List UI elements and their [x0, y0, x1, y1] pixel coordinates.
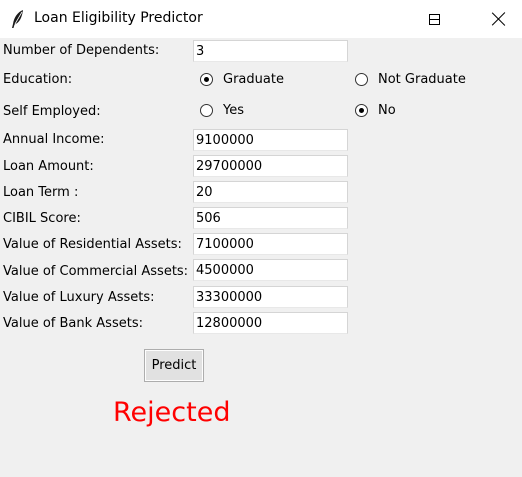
luxury-assets-label: Value of Luxury Assets: [3, 290, 155, 305]
residential-assets-label: Value of Residential Assets: [3, 237, 182, 252]
loan-term-input[interactable] [193, 181, 348, 203]
self-employed-yes-radio[interactable]: Yes [200, 103, 244, 118]
education-not-graduate-label: Not Graduate [378, 72, 466, 87]
radio-circle-icon [200, 73, 213, 86]
annual-income-input[interactable] [193, 129, 348, 151]
loan-term-label: Loan Term : [3, 185, 79, 200]
maximize-icon [428, 13, 440, 25]
close-button[interactable] [476, 0, 522, 38]
cibil-score-input[interactable] [193, 207, 348, 229]
education-graduate-label: Graduate [223, 72, 284, 87]
annual-income-label: Annual Income: [3, 132, 105, 147]
loan-amount-input[interactable] [193, 155, 348, 177]
residential-assets-input[interactable] [193, 233, 348, 255]
radio-circle-icon [200, 104, 213, 117]
self-employed-no-label: No [378, 103, 396, 118]
luxury-assets-input[interactable] [193, 286, 348, 308]
bank-assets-label: Value of Bank Assets: [3, 316, 143, 331]
loan-amount-label: Loan Amount: [3, 159, 94, 174]
feather-icon [12, 10, 23, 28]
radio-circle-icon [355, 73, 368, 86]
dependents-input[interactable] [193, 40, 348, 62]
predict-button[interactable]: Predict [144, 349, 204, 382]
self-employed-no-radio[interactable]: No [355, 103, 396, 118]
title-bar: Loan Eligibility Predictor [0, 0, 522, 38]
radio-circle-icon [355, 104, 368, 117]
commercial-assets-input[interactable] [193, 259, 348, 281]
dependents-label: Number of Dependents: [3, 43, 160, 58]
self-employed-yes-label: Yes [223, 103, 244, 118]
close-icon [492, 12, 506, 26]
prediction-result: Rejected [113, 397, 231, 428]
education-not-graduate-radio[interactable]: Not Graduate [355, 72, 466, 87]
maximize-button[interactable] [411, 0, 457, 38]
education-graduate-radio[interactable]: Graduate [200, 72, 284, 87]
education-label: Education: [3, 72, 73, 87]
self-employed-label: Self Employed: [3, 104, 101, 119]
bank-assets-input[interactable] [193, 312, 348, 334]
commercial-assets-label: Value of Commercial Assets: [3, 264, 189, 279]
cibil-score-label: CIBIL Score: [3, 211, 81, 226]
window-title: Loan Eligibility Predictor [34, 10, 203, 26]
